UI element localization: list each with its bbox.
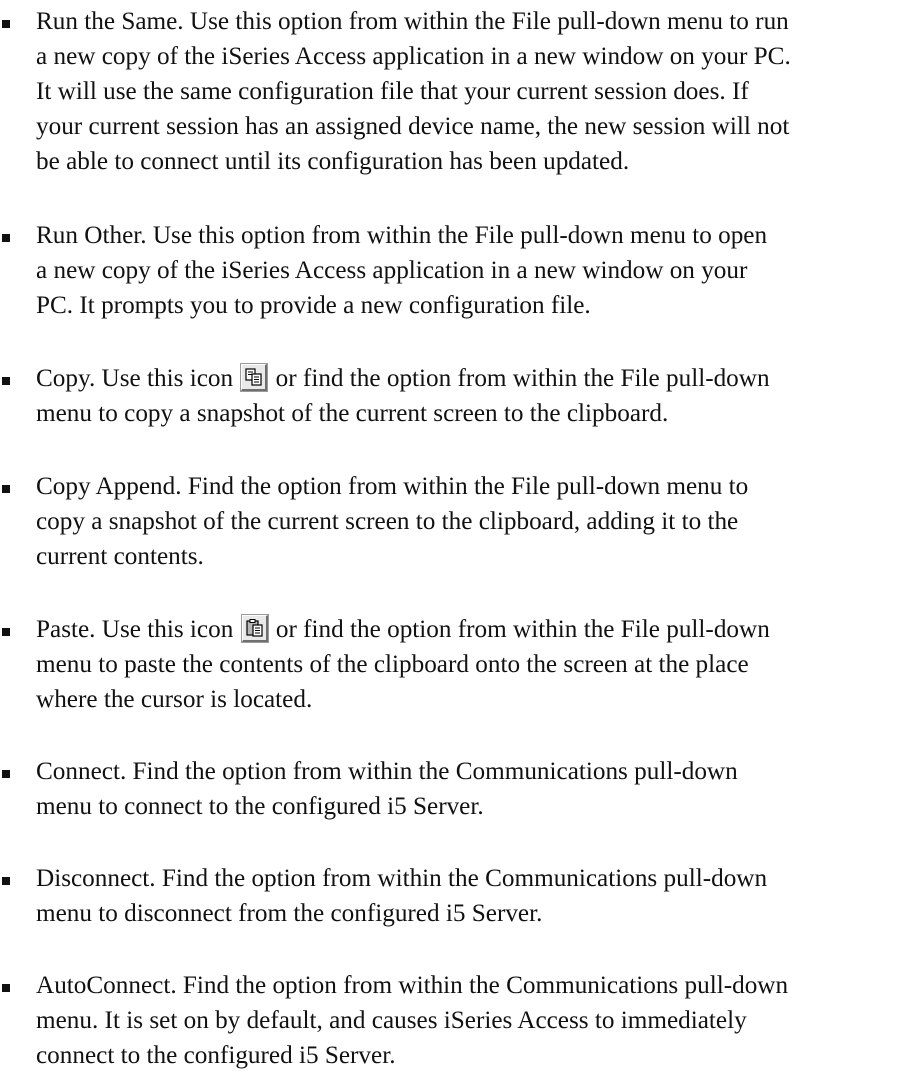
text-line: menu to paste the contents of the clipbo… <box>36 651 749 678</box>
bullet <box>2 20 10 28</box>
list-item-text: Paste. Use this icon or find the option … <box>36 612 920 717</box>
text-line: menu to connect to the configured i5 Ser… <box>36 793 484 820</box>
bullet <box>2 770 10 778</box>
text-line: It will use the same configuration file … <box>36 78 749 105</box>
copy-icon <box>241 364 268 391</box>
text-line: PC. It prompts you to provide a new conf… <box>36 292 591 319</box>
text-line: Copy. Use this icon or find the option f… <box>36 361 920 396</box>
text-line: be able to connect until its configurati… <box>36 148 630 175</box>
text-line: your current session has an assigned dev… <box>36 113 790 140</box>
text-line: Copy Append. Find the option from within… <box>36 473 749 500</box>
bullet <box>2 234 10 242</box>
text-after-icon: or find the option from within the File … <box>275 616 770 643</box>
text-line: current contents. <box>36 543 204 570</box>
text-after-icon: or find the option from within the File … <box>275 365 770 392</box>
list-item-text: AutoConnect. Find the option from within… <box>36 968 920 1073</box>
text-line: Paste. Use this icon or find the option … <box>36 612 920 647</box>
text-line: AutoConnect. Find the option from within… <box>36 972 789 999</box>
text-line: Run Other. Use this option from within t… <box>36 222 768 249</box>
bullet <box>2 628 10 636</box>
text-line: menu to copy a snapshot of the current s… <box>36 400 669 427</box>
text-line: Disconnect. Find the option from within … <box>36 865 768 892</box>
text-line: copy a snapshot of the current screen to… <box>36 508 739 535</box>
list-item-text: Run Other. Use this option from within t… <box>36 218 920 323</box>
text-line: Run the Same. Use this option from withi… <box>36 8 789 35</box>
text-line: a new copy of the iSeries Access applica… <box>36 43 791 70</box>
list-item-text: Connect. Find the option from within the… <box>36 754 920 824</box>
bullet <box>2 377 10 385</box>
text-line: Connect. Find the option from within the… <box>36 758 738 785</box>
list-item-text: Copy. Use this icon or find the option f… <box>36 361 920 431</box>
bullet <box>2 984 10 992</box>
text-line: a new copy of the iSeries Access applica… <box>36 257 748 284</box>
text-line: where the cursor is located. <box>36 686 313 713</box>
bullet <box>2 485 10 493</box>
paste-icon <box>241 615 268 642</box>
text-before-icon: Copy. Use this icon <box>36 365 234 392</box>
text-line: connect to the configured i5 Server. <box>36 1042 396 1069</box>
text-line: menu to disconnect from the configured i… <box>36 900 543 927</box>
text-line: menu. It is set on by default, and cause… <box>36 1007 747 1034</box>
bullet <box>2 877 10 885</box>
text-before-icon: Paste. Use this icon <box>36 616 234 643</box>
list-item-text: Run the Same. Use this option from withi… <box>36 4 920 179</box>
list-item-text: Disconnect. Find the option from within … <box>36 861 920 931</box>
list-item-text: Copy Append. Find the option from within… <box>36 469 920 574</box>
